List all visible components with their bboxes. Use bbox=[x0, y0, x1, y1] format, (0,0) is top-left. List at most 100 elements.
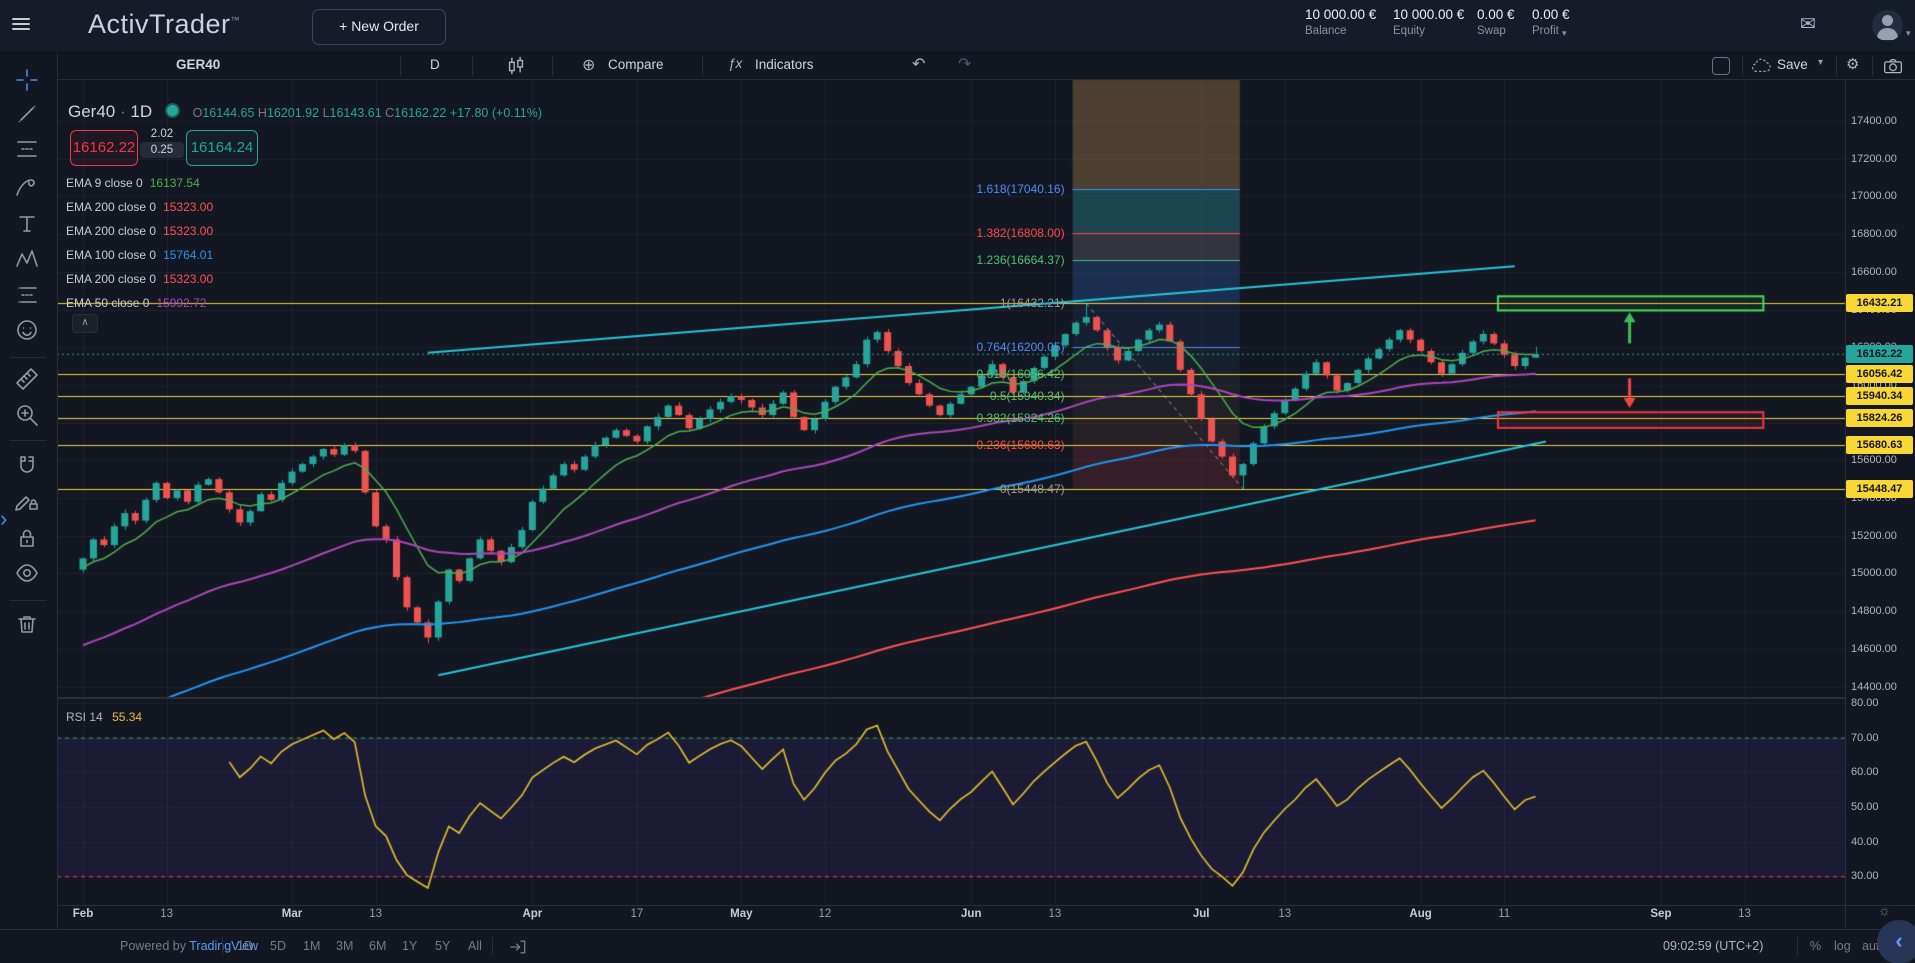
indicators-button[interactable]: Indicators bbox=[755, 57, 814, 72]
indicators-icon[interactable]: ƒx bbox=[728, 56, 742, 71]
remove-drawings-tool[interactable] bbox=[14, 611, 42, 639]
avatar[interactable] bbox=[1872, 10, 1903, 41]
chart-settings-gear-icon[interactable]: ⚙ bbox=[1846, 55, 1859, 73]
indicator-name: EMA 100 close 0 bbox=[66, 248, 156, 262]
range-button-6m[interactable]: 6M bbox=[369, 939, 386, 953]
cloud-icon[interactable] bbox=[1750, 57, 1772, 75]
range-button-all[interactable]: All bbox=[468, 939, 482, 953]
drawing-lock-tool[interactable] bbox=[14, 487, 42, 515]
range-button-1d[interactable]: 1D bbox=[237, 939, 253, 953]
indicator-value: 15323.00 bbox=[163, 272, 213, 286]
price-axis-label: 15600.00 bbox=[1851, 454, 1897, 466]
interval-button[interactable]: D bbox=[430, 57, 440, 72]
sell-button[interactable]: 16162.22 bbox=[70, 130, 138, 166]
measure-tool[interactable] bbox=[14, 366, 42, 394]
spread-bottom: 0.25 bbox=[140, 142, 184, 158]
rsi-settings-icon[interactable]: ☼ bbox=[1878, 902, 1891, 918]
fib-label: 1.236(16664.37) bbox=[895, 253, 1065, 267]
crosshair-tool[interactable] bbox=[14, 67, 42, 95]
fib-label: 1.618(17040.16) bbox=[895, 182, 1065, 196]
multi-chart-checkbox[interactable] bbox=[1712, 57, 1730, 75]
log-scale-toggle[interactable]: log bbox=[1834, 939, 1851, 953]
clock[interactable]: 09:02:59 (UTC+2) bbox=[1663, 939, 1763, 953]
range-button-1m[interactable]: 1M bbox=[303, 939, 320, 953]
trendline-tool[interactable] bbox=[14, 101, 42, 129]
legend-indicator-row[interactable]: EMA 200 close 015323.00 bbox=[66, 200, 213, 214]
time-axis-label: Mar bbox=[282, 908, 302, 920]
range-button-5d[interactable]: 5D bbox=[270, 939, 286, 953]
range-button-1y[interactable]: 1Y bbox=[402, 939, 417, 953]
panel-collapse-fab[interactable]: ‹ bbox=[1877, 920, 1915, 963]
undo-button[interactable]: ↶ bbox=[912, 54, 925, 74]
legend-indicator-row[interactable]: EMA 50 close 015992.72 bbox=[66, 296, 206, 310]
bottom-bar: Powered by TradingView 1D5D1M3M6M1Y5YAll… bbox=[0, 929, 1915, 963]
new-order-button[interactable]: + New Order bbox=[312, 9, 446, 45]
time-axis-label: 17 bbox=[630, 908, 643, 920]
fib-label: 0.618(16056.42) bbox=[895, 367, 1065, 381]
market-open-dot bbox=[165, 103, 180, 118]
mail-icon[interactable]: ✉ bbox=[1800, 13, 1816, 36]
range-button-5y[interactable]: 5Y bbox=[435, 939, 450, 953]
text-tool[interactable] bbox=[14, 211, 42, 239]
save-button[interactable]: Save bbox=[1777, 57, 1808, 72]
lock-tool[interactable] bbox=[14, 525, 42, 553]
redo-button[interactable]: ↷ bbox=[958, 54, 971, 74]
price-badge: 15940.34 bbox=[1846, 387, 1913, 405]
forecast-tool[interactable] bbox=[14, 282, 42, 310]
avatar-head bbox=[1882, 15, 1893, 26]
activtrader-app: ActivTrader™ + New Order 10 000.00 €Bala… bbox=[0, 0, 1915, 963]
compare-icon[interactable]: ⊕ bbox=[582, 55, 595, 75]
time-axis-label: 13 bbox=[1278, 908, 1291, 920]
magnet-tool[interactable] bbox=[14, 452, 42, 480]
menu-icon[interactable] bbox=[12, 18, 30, 32]
price-axis-label: 14600.00 bbox=[1851, 643, 1897, 655]
time-axis-label: Jun bbox=[961, 908, 981, 920]
toolbar-separator bbox=[1742, 56, 1743, 76]
percent-scale-toggle[interactable]: % bbox=[1810, 939, 1821, 953]
emoji-tool[interactable] bbox=[14, 317, 42, 345]
fib-retracement-tool[interactable] bbox=[14, 136, 42, 164]
price-axis-label: 14400.00 bbox=[1851, 681, 1897, 693]
legend-indicator-row[interactable]: EMA 100 close 015764.01 bbox=[66, 248, 213, 262]
indicator-name: EMA 200 close 0 bbox=[66, 200, 156, 214]
watchlist-expand-chevron[interactable]: › bbox=[0, 506, 7, 532]
rsi-axis-label: 80.00 bbox=[1851, 697, 1879, 709]
legend-indicator-row[interactable]: EMA 200 close 015323.00 bbox=[66, 224, 213, 238]
legend-collapse-button[interactable]: ∧ bbox=[72, 314, 98, 333]
zoom-in-tool[interactable] bbox=[14, 402, 42, 430]
buy-button[interactable]: 16164.24 bbox=[186, 130, 258, 166]
legend-interval: 1D bbox=[130, 102, 152, 121]
price-axis-label: 14800.00 bbox=[1851, 605, 1897, 617]
price-axis-label: 16600.00 bbox=[1851, 266, 1897, 278]
legend-symbol[interactable]: Ger40 bbox=[68, 102, 115, 121]
time-axis-label: Aug bbox=[1409, 908, 1431, 920]
rsi-period: 14 bbox=[89, 710, 102, 724]
indicator-name: EMA 50 close 0 bbox=[66, 296, 149, 310]
bottombar-separator bbox=[222, 937, 223, 955]
candle-style-icon[interactable] bbox=[505, 55, 527, 77]
stat-label: Balance bbox=[1305, 25, 1376, 37]
fib-label: 0.236(15680.63) bbox=[895, 438, 1065, 452]
account-dropdown-caret[interactable]: ▾ bbox=[1906, 28, 1911, 39]
legend-indicator-row[interactable]: EMA 9 close 016137.54 bbox=[66, 176, 200, 190]
screenshot-camera-icon[interactable] bbox=[1882, 56, 1904, 76]
stat-label: Swap bbox=[1477, 25, 1515, 37]
stat-value: 10 000.00 € bbox=[1393, 7, 1464, 22]
profit-dropdown-caret[interactable]: ▾ bbox=[1562, 28, 1567, 39]
goto-date-icon[interactable] bbox=[508, 937, 528, 957]
rsi-panel-divider[interactable] bbox=[0, 697, 1845, 699]
time-axis-label: Jul bbox=[1193, 908, 1210, 920]
xabcd-pattern-tool[interactable] bbox=[14, 247, 42, 275]
hide-drawings-tool[interactable] bbox=[14, 560, 42, 588]
rsi-name[interactable]: RSI bbox=[66, 710, 86, 724]
save-caret-icon[interactable]: ▾ bbox=[1818, 57, 1823, 68]
indicator-name: EMA 200 close 0 bbox=[66, 272, 156, 286]
legend-indicator-row[interactable]: EMA 200 close 0 15323.00 bbox=[66, 272, 213, 286]
fib-label: 1.382(16808.00) bbox=[895, 226, 1065, 240]
symbol-button[interactable]: GER40 bbox=[176, 57, 220, 72]
bottombar-separator bbox=[1797, 937, 1798, 955]
compare-button[interactable]: Compare bbox=[608, 57, 664, 72]
brush-tool[interactable] bbox=[14, 174, 42, 202]
price-badge: 15680.63 bbox=[1846, 436, 1913, 454]
range-button-3m[interactable]: 3M bbox=[336, 939, 353, 953]
